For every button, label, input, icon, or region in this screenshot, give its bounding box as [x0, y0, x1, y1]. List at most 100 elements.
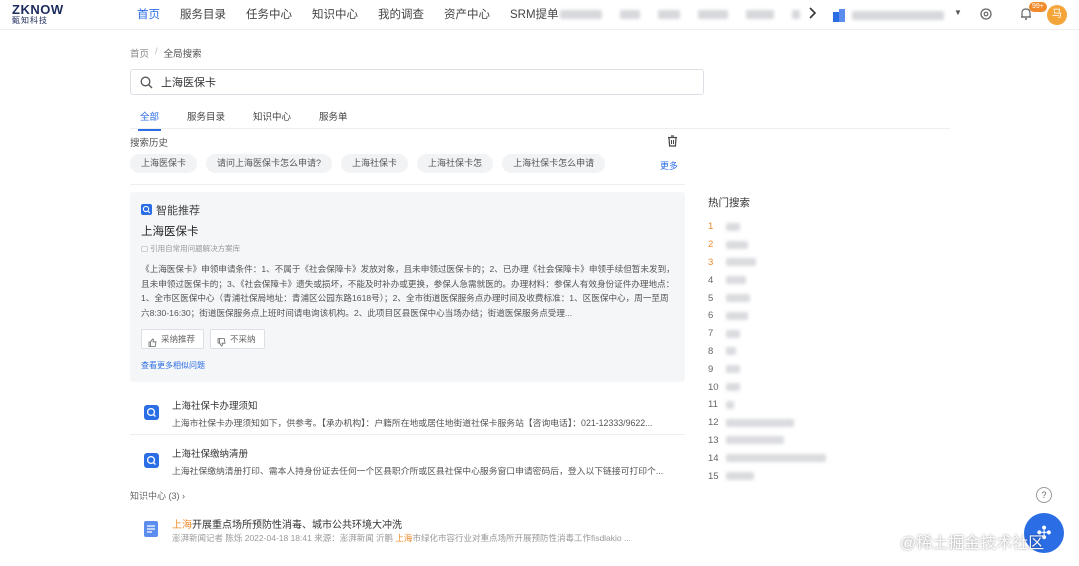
history-chip[interactable]: 请问上海医保卡怎么申请? — [206, 154, 333, 173]
nav-item-knowledge-center[interactable]: 知识中心 — [302, 0, 368, 30]
hot-search-item[interactable]: 1 — [708, 218, 826, 236]
hot-term-redacted — [726, 258, 756, 267]
hot-search-item[interactable]: 11 — [708, 396, 826, 414]
hot-search-item[interactable]: 2 — [708, 236, 826, 254]
reject-recommendation-button[interactable]: 不采纳 — [210, 329, 265, 349]
breadcrumb-home[interactable]: 首页 — [130, 46, 149, 60]
section-divider — [130, 184, 685, 185]
nav-item-my-survey[interactable]: 我的调查 — [368, 0, 434, 30]
history-chip[interactable]: 上海社保卡 — [341, 154, 409, 173]
hot-search-item[interactable]: 13 — [708, 432, 826, 450]
trash-icon[interactable] — [667, 135, 678, 147]
history-chip[interactable]: 上海医保卡 — [130, 154, 198, 173]
smart-recommendation-card: 智能推荐 上海医保卡 ▢ 引用自常用问题解决方案库 《上海医保卡》申领申请条件：… — [130, 192, 685, 382]
search-box — [130, 69, 704, 95]
hot-term-redacted — [726, 240, 748, 249]
history-more-link[interactable]: 更多 — [660, 159, 678, 172]
nav-redacted-items — [560, 10, 800, 19]
nav-item-task-center[interactable]: 任务中心 — [236, 0, 302, 30]
redacted-nav-item[interactable] — [698, 10, 728, 19]
user-avatar[interactable]: 马 — [1047, 5, 1067, 25]
hot-search-item[interactable]: 8 — [708, 343, 826, 361]
search-input[interactable] — [161, 73, 691, 91]
nav-more-chevron-icon[interactable] — [808, 7, 817, 22]
knowledge-center-label: 知识中心 (3) — [130, 491, 180, 501]
hot-rank: 10 — [708, 381, 719, 393]
recommendation-body: 《上海医保卡》申领申请条件：1、不属于《社会保障卡》发放对象，且未申领过医保卡的… — [141, 264, 675, 318]
breadcrumb-separator: / — [155, 46, 158, 57]
redacted-nav-item[interactable] — [792, 10, 800, 19]
tenant-caret-down-icon[interactable]: ▼ — [954, 8, 962, 17]
hot-term-redacted — [726, 311, 748, 320]
hot-search-item[interactable]: 14 — [708, 449, 826, 467]
knowledge-center-header[interactable]: 知识中心 (3) › — [130, 489, 185, 502]
logo-main-text: ZKNOW — [12, 2, 64, 17]
tenant-building-icon — [832, 8, 846, 22]
nav-item-asset-center[interactable]: 资产中心 — [434, 0, 500, 30]
smart-recommendation-icon — [141, 204, 152, 215]
hot-rank: 2 — [708, 239, 714, 251]
result-search-icon — [144, 453, 159, 468]
hot-search-item[interactable]: 9 — [708, 360, 826, 378]
hot-rank: 7 — [708, 328, 714, 340]
result-item[interactable]: 上海社保缴纳清册 上海社保缴纳清册打印、需本人持身份证去任何一个区县职介所或区县… — [130, 443, 685, 487]
hot-search-item[interactable]: 7 — [708, 325, 826, 343]
logo-sub-text: 甄知科技 — [12, 16, 48, 25]
hot-term-redacted — [726, 436, 784, 445]
hot-term-redacted — [726, 400, 734, 409]
recommendation-source-text: 引用自常用问题解决方案库 — [150, 244, 241, 253]
hot-rank: 12 — [708, 417, 719, 429]
redacted-nav-item[interactable] — [746, 10, 774, 19]
result-divider — [130, 434, 685, 435]
search-icon[interactable] — [140, 76, 153, 89]
logo[interactable]: ZKNOW 甄知科技 — [12, 3, 72, 26]
adopt-recommendation-button[interactable]: 采纳推荐 — [141, 329, 205, 349]
article-item[interactable]: 上海开展重点场所预防性消毒、城市公共环境大冲洗 澎湃新闻记者 陈烁 2022-0… — [130, 512, 685, 552]
hot-search-item[interactable]: 15 — [708, 467, 826, 485]
result-title[interactable]: 上海社保卡办理须知 — [172, 398, 258, 412]
settings-gear-icon[interactable] — [979, 7, 993, 21]
redacted-nav-item[interactable] — [560, 10, 602, 19]
document-icon: ▢ — [141, 244, 151, 253]
article-meta: 澎湃新闻记者 陈烁 2022-04-18 18:41 来源：澎湃新闻 沂鹏 上海… — [172, 532, 672, 544]
history-chip[interactable]: 上海社保卡怎 — [417, 154, 494, 173]
hot-search-title: 热门搜索 — [708, 197, 750, 209]
hot-search-list: 1 2 3 4 5 6 7 8 9 10 11 12 13 14 15 — [708, 218, 826, 485]
article-title-highlight: 上海 — [172, 520, 192, 531]
recommendation-source: ▢ 引用自常用问题解决方案库 — [141, 243, 240, 254]
article-title[interactable]: 上海开展重点场所预防性消毒、城市公共环境大冲洗 — [172, 516, 402, 531]
history-chip[interactable]: 上海社保卡怎么申请 — [502, 154, 606, 173]
smart-recommendation-label: 智能推荐 — [156, 205, 200, 217]
nav-item-service-catalog[interactable]: 服务目录 — [170, 0, 236, 30]
more-similar-questions-link[interactable]: 查看更多相似问题 — [141, 360, 205, 371]
breadcrumb-current: 全局搜索 — [163, 49, 202, 60]
watermark: @稀土掘金技术社区 — [900, 535, 1045, 552]
nav-item-home[interactable]: 首页 — [127, 0, 170, 30]
result-title[interactable]: 上海社保缴纳清册 — [172, 446, 248, 460]
tenant-name-redacted[interactable] — [852, 11, 944, 20]
hot-search-item[interactable]: 3 — [708, 254, 826, 272]
breadcrumb: 首页 / 全局搜索 — [130, 46, 202, 60]
result-item[interactable]: 上海社保卡办理须知 上海市社保卡办理须知如下，供参考。【承办机构】：户籍所在地或… — [130, 395, 685, 439]
feedback-row: 采纳推荐 不采纳 — [141, 329, 265, 349]
result-description: 上海社保缴纳清册打印、需本人持身份证去任何一个区县职介所或区县社保中心服务窗口申… — [172, 466, 664, 476]
hot-rank: 15 — [708, 470, 719, 482]
hot-search-item[interactable]: 5 — [708, 289, 826, 307]
redacted-nav-item[interactable] — [620, 10, 640, 19]
help-button[interactable]: ? — [1036, 487, 1052, 503]
hot-term-redacted — [726, 276, 746, 285]
hot-search-item[interactable]: 10 — [708, 378, 826, 396]
redacted-nav-item[interactable] — [658, 10, 680, 19]
hot-search-item[interactable]: 6 — [708, 307, 826, 325]
hot-term-redacted — [726, 365, 740, 374]
search-history-chips: 上海医保卡 请问上海医保卡怎么申请? 上海社保卡 上海社保卡怎 上海社保卡怎么申… — [130, 154, 606, 173]
notification-badge: 99+ — [1029, 2, 1047, 12]
recommendation-title[interactable]: 上海医保卡 — [141, 223, 199, 239]
tabs-divider — [130, 128, 950, 129]
nav-item-srm[interactable]: SRM提单 — [500, 0, 569, 30]
thumbs-down-icon — [217, 335, 226, 346]
hot-search-item[interactable]: 4 — [708, 271, 826, 289]
hot-term-redacted — [726, 347, 736, 356]
hot-search-item[interactable]: 12 — [708, 414, 826, 432]
article-meta-rest: 市绿化市容行业对重点场所开展预防性消毒工作fisdlakio ... — [412, 533, 632, 543]
